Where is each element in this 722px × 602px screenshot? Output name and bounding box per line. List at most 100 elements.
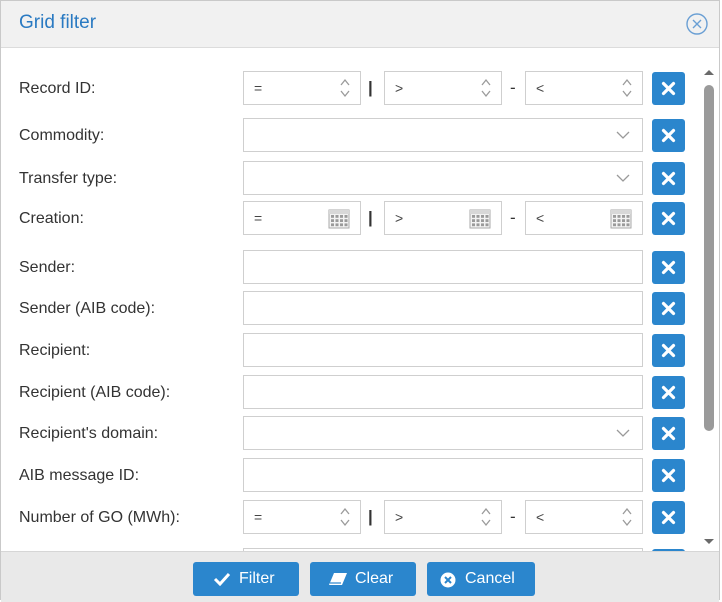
calendar-icon[interactable] [610,208,632,229]
less-than-input[interactable]: < [525,71,643,105]
operator-text: = [254,509,263,525]
clear-field-button[interactable] [652,501,685,534]
equal-input[interactable]: = [243,71,361,105]
equal-input[interactable]: = [243,201,361,235]
filter-button[interactable]: Filter [193,562,299,596]
operator-text: < [536,210,545,226]
clear-field-button[interactable] [652,72,685,105]
operator-text: < [536,509,545,525]
select-field[interactable] [243,161,643,195]
close-x-icon [661,81,676,96]
clear-field-button[interactable] [652,292,685,325]
filter-button-label: Filter [239,570,275,587]
spinner-icon[interactable] [621,505,633,529]
range-separator: | [368,507,373,526]
less-than-input[interactable]: < [525,201,643,235]
scroll-down-arrow-icon[interactable] [703,533,715,551]
field-label: Recipient: [19,342,91,359]
greater-than-input[interactable]: > [384,201,502,235]
dialog-title: Grid filter [19,12,97,33]
field-label: AIB message ID: [19,467,140,484]
range-dash: - [510,507,516,526]
chevron-down-icon[interactable] [616,171,630,185]
close-icon[interactable] [685,12,709,36]
clear-field-button[interactable] [652,162,685,195]
field-label: Recipient's domain: [19,425,159,442]
clear-button-label: Clear [355,570,394,587]
range-separator: | [368,208,373,227]
cancel-circle-icon [440,572,456,588]
field-label: Number of GO (MWh): [19,509,180,526]
calendar-icon[interactable] [328,208,350,229]
spinner-icon[interactable] [339,76,351,100]
calendar-icon[interactable] [469,208,491,229]
close-x-icon [661,426,676,441]
operator-text: > [395,80,404,96]
operator-text: = [254,80,263,96]
close-x-icon [661,128,676,143]
close-x-icon [661,211,676,226]
close-x-icon [661,171,676,186]
filter-row: Number of GO (MWh): = > < | - [1,500,701,536]
clear-field-button[interactable] [652,334,685,367]
text-field[interactable] [243,458,643,492]
clear-field-button[interactable] [652,119,685,152]
clear-field-button[interactable] [652,459,685,492]
filter-row: Creation: = > < | - [1,201,701,237]
clear-field-button[interactable] [652,202,685,235]
filter-row: Recipient (AIB code): [1,375,701,411]
close-x-icon [661,301,676,316]
filter-row: Sender: [1,250,701,286]
filter-row: Sender (AIB code): [1,291,701,327]
scroll-up-arrow-icon[interactable] [703,63,715,81]
dialog-header: Grid filter [1,1,719,48]
clear-field-button[interactable] [652,251,685,284]
field-label: Creation: [19,210,84,227]
range-dash: - [510,208,516,227]
text-field[interactable] [243,333,643,367]
greater-than-input[interactable]: > [384,500,502,534]
filter-row: AIB message ID: [1,458,701,494]
spinner-icon[interactable] [480,505,492,529]
filter-form: Record ID: = > < | - Commodity: Transfer type: C… [1,48,719,551]
grid-filter-dialog: Grid filter Record ID: = > < | - Commodity: Tra… [0,0,720,602]
check-icon [213,572,231,586]
scrollbar-thumb[interactable] [704,85,714,431]
clear-field-button[interactable] [652,376,685,409]
field-label: Sender (AIB code): [19,300,156,317]
equal-input[interactable]: = [243,500,361,534]
greater-than-input[interactable]: > [384,71,502,105]
field-label: Recipient (AIB code): [19,384,171,401]
filter-row: Record ID: = > < | - [1,71,701,107]
spinner-icon[interactable] [480,76,492,100]
text-field[interactable] [243,375,643,409]
operator-text: > [395,509,404,525]
close-x-icon [661,260,676,275]
text-field[interactable] [243,291,643,325]
field-label: Transfer type: [19,170,118,187]
clear-field-button[interactable] [652,417,685,450]
less-than-input[interactable]: < [525,500,643,534]
operator-text: < [536,80,545,96]
spinner-icon[interactable] [621,76,633,100]
clear-button[interactable]: Clear [310,562,416,596]
close-x-icon [661,468,676,483]
cancel-button-label: Cancel [465,570,515,587]
close-x-icon [661,510,676,525]
range-dash: - [510,78,516,97]
chevron-down-icon[interactable] [616,426,630,440]
close-x-icon [661,385,676,400]
range-separator: | [368,78,373,97]
filter-row: Recipient's domain: [1,416,701,452]
filter-row: Recipient: [1,333,701,369]
operator-text: > [395,210,404,226]
filter-row: Commodity: [1,118,701,154]
select-field[interactable] [243,118,643,152]
select-field[interactable] [243,416,643,450]
chevron-down-icon[interactable] [616,128,630,142]
filter-row: Transfer type: [1,161,701,197]
cancel-button[interactable]: Cancel [427,562,535,596]
spinner-icon[interactable] [339,505,351,529]
eraser-icon [329,573,347,585]
text-field[interactable] [243,250,643,284]
